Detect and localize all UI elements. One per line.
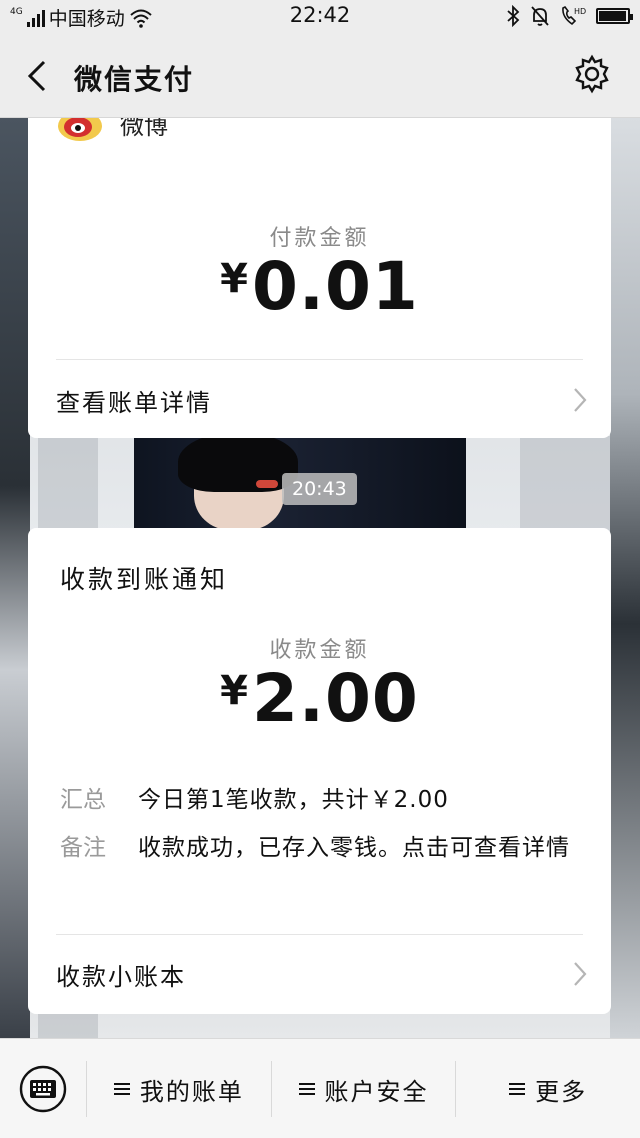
service-menu: 我的账单 账户安全 更多 <box>86 1039 640 1138</box>
keyboard-toggle-icon[interactable] <box>18 1064 68 1114</box>
note-row: 备注 收款成功，已存入零钱。点击可查看详情 <box>60 828 581 868</box>
payment-card[interactable]: 微博 付款金额 ¥0.01 查看账单详情 <box>28 118 611 438</box>
menu-item-more[interactable]: 更多 <box>455 1061 640 1117</box>
receipt-ledger-link[interactable]: 收款小账本 <box>56 954 587 994</box>
merchant-name: 微博 <box>120 118 168 140</box>
weibo-logo-icon <box>58 118 102 141</box>
note-value: 收款成功，已存入零钱。点击可查看详情 <box>138 835 570 861</box>
chevron-right-icon <box>574 388 587 412</box>
back-arrow-icon[interactable] <box>22 56 58 96</box>
payment-amount-value: 0.01 <box>252 248 419 325</box>
chevron-right-icon <box>574 962 587 986</box>
view-bill-details-link[interactable]: 查看账单详情 <box>56 380 587 420</box>
currency-symbol: ¥ <box>220 256 248 302</box>
summary-label: 汇总 <box>60 787 106 813</box>
summary-row: 汇总 今日第1笔收款，共计￥2.00 <box>60 780 581 820</box>
divider <box>56 934 583 935</box>
note-label: 备注 <box>60 835 106 861</box>
menu-item-account-security[interactable]: 账户安全 <box>270 1061 456 1117</box>
bottom-menu-bar: 我的账单 账户安全 更多 <box>0 1038 640 1138</box>
svg-text:HD: HD <box>574 7 586 16</box>
menu-lines-icon <box>298 1083 315 1095</box>
receipt-amount-value: 2.00 <box>252 660 419 737</box>
receipt-title: 收款到账通知 <box>60 565 229 594</box>
receipt-amount: ¥2.00 <box>28 660 611 737</box>
menu-item-label: 我的账单 <box>139 1077 244 1106</box>
bluetooth-icon <box>507 5 520 27</box>
settings-gear-icon[interactable] <box>572 54 612 94</box>
summary-value: 今日第1笔收款，共计￥2.00 <box>138 787 449 813</box>
menu-item-label: 更多 <box>535 1077 588 1106</box>
menu-lines-icon <box>509 1083 526 1095</box>
hd-call-icon: HD <box>562 5 586 26</box>
merchant-row: 微博 <box>56 118 168 142</box>
nav-bar: 微信支付 <box>0 34 640 118</box>
menu-item-label: 账户安全 <box>324 1077 429 1106</box>
menu-lines-icon <box>113 1083 130 1095</box>
page-title: 微信支付 <box>74 63 195 96</box>
currency-symbol: ¥ <box>220 668 248 714</box>
mute-icon <box>531 6 549 26</box>
payment-amount: ¥0.01 <box>28 248 611 325</box>
receipt-notification-card[interactable]: 收款到账通知 收款金额 ¥2.00 汇总 今日第1笔收款，共计￥2.00 备注 … <box>28 528 611 1014</box>
battery-icon <box>596 8 633 24</box>
menu-item-my-bills[interactable]: 我的账单 <box>86 1061 271 1117</box>
divider <box>56 359 583 360</box>
status-bar: 4G 中国移动 22:42 HD <box>0 0 640 34</box>
view-bill-details-label: 查看账单详情 <box>56 388 212 417</box>
receipt-ledger-label: 收款小账本 <box>56 962 186 991</box>
chat-timestamp: 20:43 <box>282 473 357 505</box>
